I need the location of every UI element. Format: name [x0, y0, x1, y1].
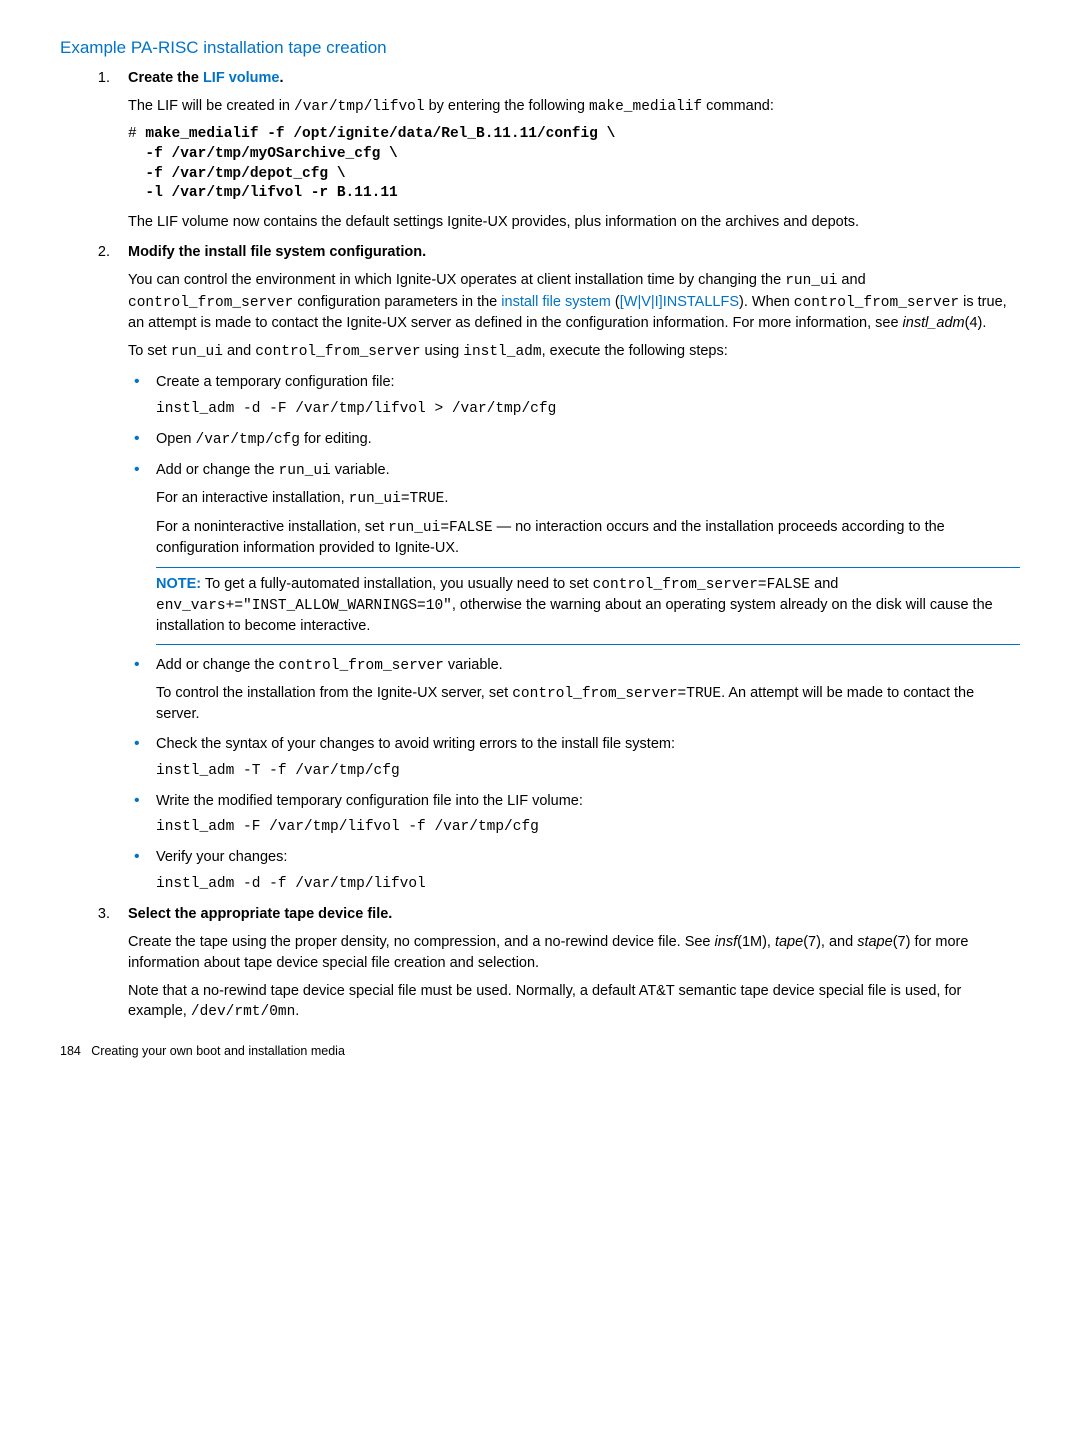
- bullet-verify: Verify your changes: instl_adm -d -f /va…: [128, 847, 1020, 894]
- note-label: NOTE:: [156, 576, 201, 592]
- code-inline: /var/tmp/lifvol: [294, 99, 425, 115]
- text: (4).: [965, 315, 987, 331]
- text: .: [444, 490, 448, 506]
- code-inline: control_from_server=TRUE: [512, 686, 721, 702]
- manpage-name: tape: [775, 934, 803, 950]
- text: Create a temporary configuration file:: [156, 372, 1020, 392]
- step-1-title: Create the LIF volume.: [128, 68, 1020, 88]
- code-inline: make_medialif: [589, 99, 702, 115]
- step-2-title: Modify the install file system configura…: [128, 242, 1020, 262]
- code-inline: run_ui: [785, 273, 837, 289]
- install-fs-link[interactable]: install file system: [501, 294, 611, 310]
- code-inline: control_from_server: [279, 658, 444, 674]
- footer-text: Creating your own boot and installation …: [91, 1044, 345, 1058]
- note-block: NOTE: To get a fully-automated installat…: [156, 574, 1020, 637]
- step-3-p1: Create the tape using the proper density…: [128, 932, 1020, 973]
- text: , execute the following steps:: [542, 343, 728, 359]
- page-footer: 184 Creating your own boot and installat…: [60, 1043, 1020, 1061]
- text: For a noninteractive installation, set: [156, 519, 388, 535]
- bullet-control-from-server: Add or change the control_from_server va…: [128, 655, 1020, 724]
- step-1-code: # make_medialif -f /opt/ignite/data/Rel_…: [128, 125, 1020, 203]
- text: Add or change the: [156, 657, 279, 673]
- text: Create the: [128, 70, 203, 86]
- text: variable.: [444, 657, 503, 673]
- text: and: [223, 343, 255, 359]
- text: configuration parameters in the: [293, 294, 501, 310]
- bullet-write-config: Write the modified temporary configurati…: [128, 791, 1020, 838]
- code-inline: control_from_server: [128, 295, 293, 311]
- bullet-open-cfg: Open /var/tmp/cfg for editing.: [128, 429, 1020, 450]
- step-3-p2: Note that a no-rewind tape device specia…: [128, 981, 1020, 1023]
- text: To get a fully-automated installation, y…: [201, 576, 592, 592]
- page-number: 184: [60, 1044, 81, 1058]
- text: and: [837, 272, 865, 288]
- step-2: Modify the install file system configura…: [114, 242, 1020, 894]
- manpage-name: insf: [715, 934, 738, 950]
- text: Verify your changes:: [156, 847, 1020, 867]
- bullet-check-syntax: Check the syntax of your changes to avoi…: [128, 734, 1020, 781]
- text: To set: [128, 343, 171, 359]
- step-3-title: Select the appropriate tape device file.: [128, 904, 1020, 924]
- step-2-bullets: Create a temporary configuration file: i…: [128, 372, 1020, 894]
- text: To control the installation from the Ign…: [156, 685, 512, 701]
- code-line: instl_adm -d -f /var/tmp/lifvol: [156, 874, 1020, 894]
- text: Check the syntax of your changes to avoi…: [156, 734, 1020, 754]
- installfs-glossary-link[interactable]: [W|V|I]INSTALLFS: [620, 294, 739, 310]
- code-line: instl_adm -T -f /var/tmp/cfg: [156, 761, 1020, 781]
- text: You can control the environment in which…: [128, 272, 785, 288]
- text: variable.: [331, 462, 390, 478]
- manpage-name: instl_adm: [903, 315, 965, 331]
- text: (: [611, 294, 620, 310]
- text: Create the tape using the proper density…: [128, 934, 715, 950]
- text: Open: [156, 431, 196, 447]
- code-line: instl_adm -d -F /var/tmp/lifvol > /var/t…: [156, 399, 1020, 419]
- code-inline: /var/tmp/cfg: [196, 432, 300, 448]
- text: using: [421, 343, 464, 359]
- text: Add or change the: [156, 462, 279, 478]
- note-rule-top: [156, 567, 1020, 568]
- code-inline: control_from_server: [794, 295, 959, 311]
- code-inline: run_ui: [171, 344, 223, 360]
- step-1: Create the LIF volume. The LIF will be c…: [114, 68, 1020, 232]
- code-inline: control_from_server=FALSE: [593, 577, 811, 593]
- step-3: Select the appropriate tape device file.…: [114, 904, 1020, 1022]
- steps-list: Create the LIF volume. The LIF will be c…: [60, 68, 1020, 1023]
- text: and: [810, 576, 838, 592]
- bullet-run-ui: Add or change the run_ui variable. For a…: [128, 460, 1020, 645]
- code-inline: control_from_server: [255, 344, 420, 360]
- text: For an interactive installation,: [156, 490, 349, 506]
- manpage-name: stape: [857, 934, 892, 950]
- code-inline: run_ui: [279, 463, 331, 479]
- text: Write the modified temporary configurati…: [156, 791, 1020, 811]
- text: for editing.: [300, 431, 372, 447]
- text: (1M),: [737, 934, 775, 950]
- code-line: instl_adm -F /var/tmp/lifvol -f /var/tmp…: [156, 817, 1020, 837]
- step-1-p1: The LIF will be created in /var/tmp/lifv…: [128, 96, 1020, 117]
- step-2-p1: You can control the environment in which…: [128, 270, 1020, 333]
- note-rule-bottom: [156, 644, 1020, 645]
- step-2-p2: To set run_ui and control_from_server us…: [128, 341, 1020, 362]
- text: (7), and: [803, 934, 857, 950]
- code-inline: /dev/rmt/0mn: [191, 1004, 295, 1020]
- text: by entering the following: [425, 98, 589, 114]
- code-inline: run_ui=FALSE: [388, 520, 492, 536]
- code-inline: instl_adm: [463, 344, 541, 360]
- text: command:: [702, 98, 774, 114]
- code-inline: run_ui=TRUE: [349, 491, 445, 507]
- text: The LIF will be created in: [128, 98, 294, 114]
- step-1-p2: The LIF volume now contains the default …: [128, 212, 1020, 232]
- bullet-create-tmp: Create a temporary configuration file: i…: [128, 372, 1020, 419]
- section-heading: Example PA-RISC installation tape creati…: [60, 36, 1020, 60]
- text: ). When: [739, 294, 794, 310]
- text: .: [295, 1003, 299, 1019]
- lif-volume-link[interactable]: LIF volume: [203, 70, 280, 86]
- text: .: [280, 70, 284, 86]
- code-inline: env_vars+="INST_ALLOW_WARNINGS=10": [156, 598, 452, 614]
